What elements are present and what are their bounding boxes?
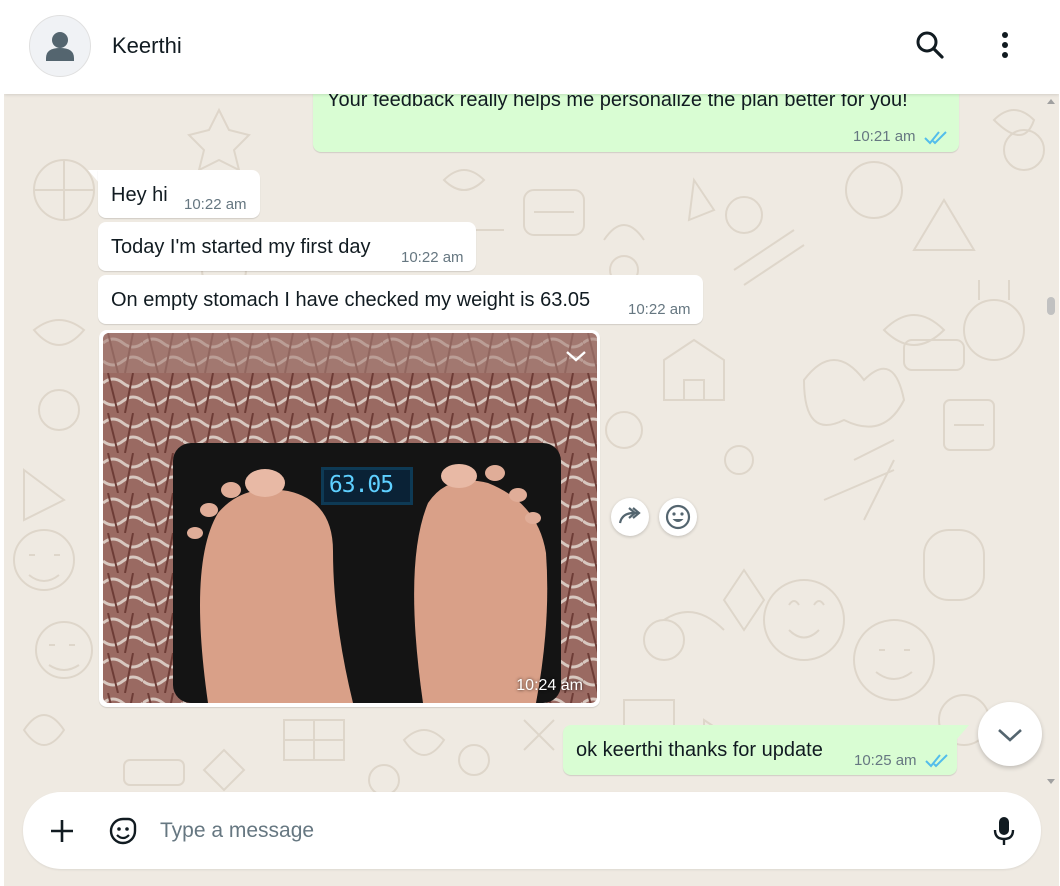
weighing-scale-photo: [103, 333, 597, 703]
message-time: 10:22 am: [628, 301, 691, 318]
message-text: ok keerthi thanks for update: [576, 739, 823, 761]
scrollbar-thumb[interactable]: [1047, 297, 1055, 315]
chevron-down-icon[interactable]: [564, 347, 588, 365]
message-text: On empty stomach I have checked my weigh…: [111, 289, 591, 311]
message-bubble-incoming[interactable]: Today I'm started my first day 10:22 am: [98, 222, 476, 271]
message-text: Today I'm started my first day: [111, 236, 371, 258]
chevron-down-icon: [998, 729, 1022, 742]
forward-icon: [618, 507, 641, 524]
chat-header: Keerthi: [4, 0, 1059, 94]
scale-reading: 63.05: [328, 472, 394, 498]
double-check-icon: [925, 754, 948, 768]
message-bubble-outgoing[interactable]: ok keerthi thanks for update 10:25 am: [563, 725, 957, 775]
image-message[interactable]: 63.05 10:24 am: [99, 330, 600, 707]
message-input[interactable]: Type a message: [160, 819, 314, 843]
image-time: 10:24 am: [516, 677, 583, 694]
message-bubble-incoming[interactable]: On empty stomach I have checked my weigh…: [98, 275, 703, 324]
scroll-to-bottom-button[interactable]: [978, 702, 1042, 766]
message-time: 10:22 am: [401, 249, 464, 266]
menu-icon[interactable]: [987, 27, 1023, 63]
message-bubble-incoming[interactable]: Hey hi 10:22 am: [98, 170, 260, 218]
plus-icon[interactable]: [47, 816, 77, 846]
emoji-react-icon: [665, 504, 691, 530]
contact-avatar[interactable]: [29, 15, 91, 77]
photo[interactable]: 63.05 10:24 am: [103, 333, 597, 703]
bubble-tail: [957, 725, 969, 739]
scroll-up-arrow[interactable]: [1046, 97, 1056, 105]
avatar-icon: [46, 32, 74, 61]
contact-name[interactable]: Keerthi: [112, 33, 182, 59]
search-icon[interactable]: [912, 27, 948, 63]
chat-window: Keerthi Your feedback really helps me pe…: [4, 0, 1059, 886]
message-time: 10:21 am: [853, 128, 916, 145]
forward-button[interactable]: [611, 498, 649, 536]
scroll-down-arrow[interactable]: [1046, 778, 1056, 786]
double-check-icon: [924, 131, 947, 145]
mic-icon[interactable]: [989, 814, 1019, 848]
message-text: Hey hi: [111, 184, 168, 206]
message-time: 10:25 am: [854, 752, 917, 769]
sticker-icon[interactable]: [106, 814, 140, 848]
message-time: 10:22 am: [184, 196, 247, 213]
react-button[interactable]: [659, 498, 697, 536]
message-composer: Type a message: [23, 792, 1041, 869]
